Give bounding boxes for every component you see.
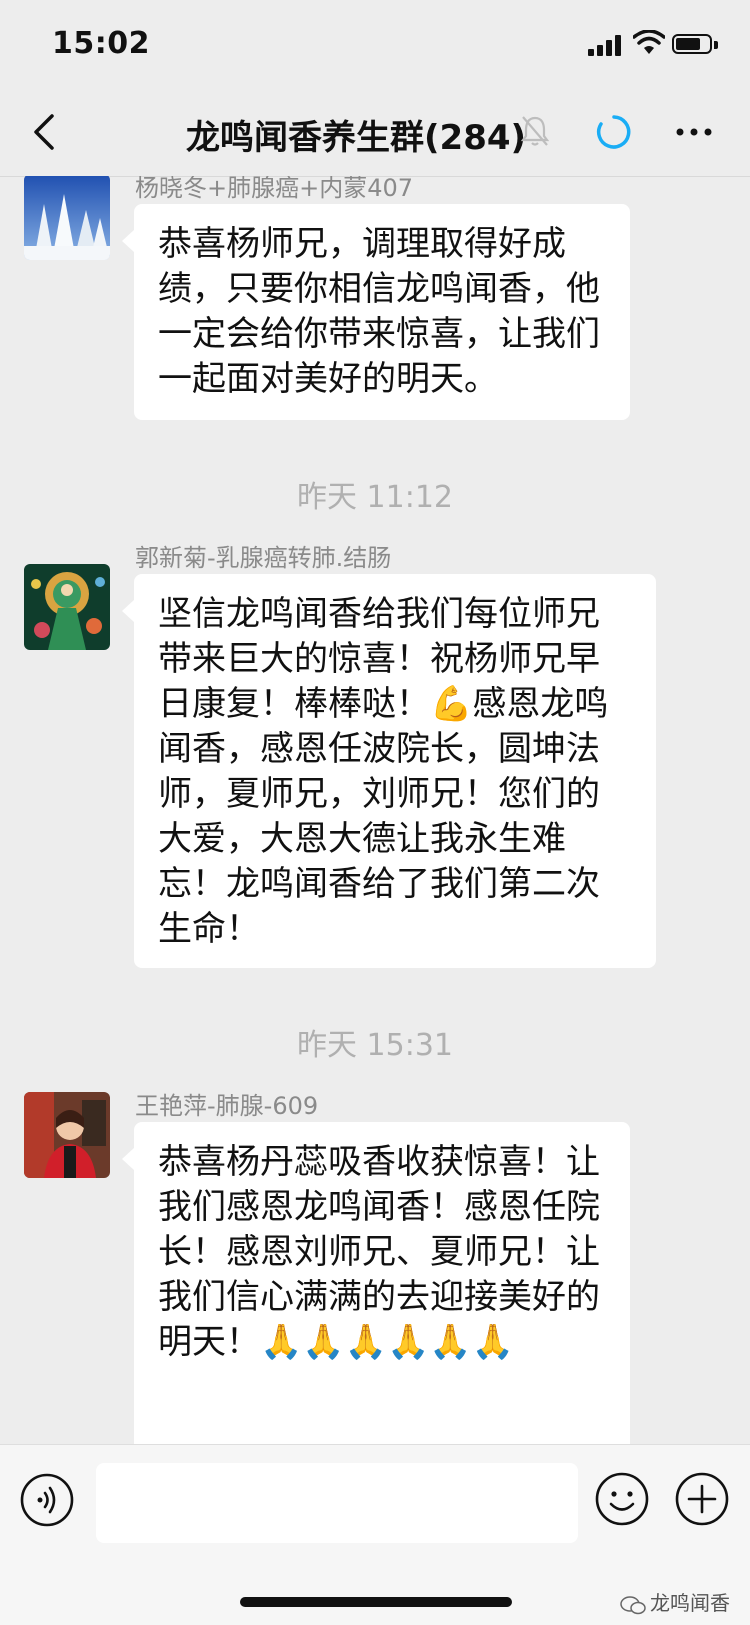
plus-more-icon[interactable] [674, 1471, 730, 1527]
message-bubble[interactable]: 恭喜杨师兄，调理取得好成绩，只要你相信龙鸣闻香，他一定会给你带来惊喜，让我们一起… [122, 204, 630, 420]
wifi-icon [633, 30, 665, 54]
message-text-input[interactable] [96, 1463, 578, 1543]
timestamp: 昨天 15:31 [297, 1028, 453, 1063]
green-tara-avatar-image [24, 564, 110, 650]
message-bubble[interactable]: 坚信龙鸣闻香给我们每位师兄带来巨大的惊喜！祝杨师兄早日康复！棒棒哒！💪感恩龙鸣闻… [122, 574, 656, 968]
avatar[interactable] [24, 564, 110, 650]
watermark-text: 龙鸣闻香 [650, 1591, 730, 1615]
voice-input-icon[interactable] [20, 1473, 74, 1527]
snowy-forest-avatar-image [24, 176, 110, 260]
home-indicator [240, 1597, 512, 1607]
cellular-signal-icon [588, 34, 622, 56]
chat-input-bar: 龙鸣闻香 [0, 1444, 750, 1625]
group-chat-title: 龙鸣闻香养生群(284) [186, 118, 527, 158]
more-options-icon[interactable] [674, 122, 714, 142]
chat-message-list[interactable]: 杨晓冬+肺腺癌+内蒙407 恭喜杨师兄，调理取得好成绩，只要你相信龙鸣闻香，他一… [0, 176, 750, 1444]
message-bubble[interactable]: 恭喜杨丹蕊吸香收获惊喜！让我们感恩龙鸣闻香！感恩任院长！感恩刘师兄、夏师兄！让我… [122, 1122, 630, 1444]
battery-icon [672, 34, 720, 56]
sender-name: 王艳萍-肺腺-609 [135, 1092, 319, 1120]
nav-bar: 龙鸣闻香养生群(284) [0, 92, 750, 177]
sender-name: 郭新菊-乳腺癌转肺.结肠 [135, 544, 392, 572]
sender-name: 杨晓冬+肺腺癌+内蒙407 [135, 176, 414, 202]
muted-bell-icon [520, 116, 550, 146]
woman-portrait-avatar-image [24, 1092, 110, 1178]
avatar[interactable] [24, 1092, 110, 1178]
loading-spinner-icon [596, 115, 631, 149]
emoji-icon[interactable] [594, 1471, 650, 1527]
avatar[interactable] [24, 176, 110, 260]
wechat-icon [620, 1595, 646, 1614]
status-bar: 15:02 [0, 0, 750, 92]
watermark: 龙鸣闻香 [620, 1587, 730, 1616]
back-arrow-icon[interactable] [28, 110, 68, 154]
status-time: 15:02 [52, 26, 150, 61]
timestamp: 昨天 11:12 [297, 480, 453, 515]
